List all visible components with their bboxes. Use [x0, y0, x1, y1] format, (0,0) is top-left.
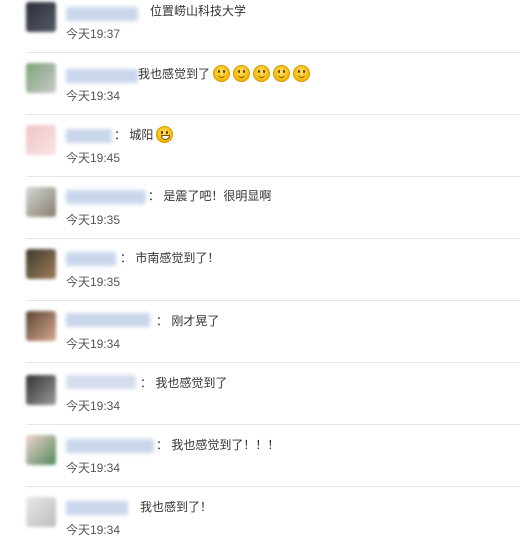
comment-item: ： 是震了吧！很明显啊 今天19:35 [0, 177, 520, 239]
comment-time: 今天19:34 [66, 337, 121, 351]
comment-item: 位置崂山科技大学 今天19:37 [0, 0, 520, 53]
comment-text-content: 市南感觉到了！ [135, 251, 220, 265]
smile-icon [293, 65, 311, 82]
comment-time: 今天19:34 [66, 399, 121, 413]
avatar[interactable] [26, 249, 56, 279]
avatar[interactable] [26, 2, 56, 32]
comment-time: 今天19:34 [66, 523, 121, 537]
comment-item: ： 刚才晃了 今天19:34 [0, 301, 520, 363]
comment-text: 我也感到了！ [140, 500, 213, 514]
username[interactable] [66, 375, 136, 389]
username[interactable] [66, 129, 112, 143]
username[interactable] [66, 69, 138, 83]
comment-item: 我也感觉到了 今天19:34 [0, 53, 520, 115]
comment-time: 今天19:35 [66, 275, 121, 289]
laugh-icon [156, 126, 174, 143]
comment-text: ： 城阳 [114, 126, 174, 143]
comment-text-content: 刚才晃了 [171, 314, 220, 328]
comment-item: ： 市南感觉到了！ 今天19:35 [0, 239, 520, 301]
separator: ： [140, 376, 153, 390]
comment-text: ： 市南感觉到了！ [120, 250, 219, 266]
comment-text-content: 是震了吧！很明显啊 [163, 189, 272, 203]
avatar[interactable] [26, 63, 56, 93]
avatar[interactable] [26, 311, 56, 341]
comment-time: 今天19:37 [66, 27, 121, 41]
separator: ： [156, 314, 169, 328]
smile-icon [253, 65, 271, 82]
comment-text-content: 城阳 [129, 128, 154, 142]
username[interactable] [66, 190, 146, 204]
comment-item: ： 我也感觉到了！！！ 今天19:34 [0, 425, 520, 487]
comment-item: ： 我也感觉到了 今天19:34 [0, 363, 520, 425]
avatar[interactable] [26, 125, 56, 155]
comment-item: ： 城阳 今天19:45 [0, 115, 520, 177]
comment-time: 今天19:34 [66, 89, 121, 103]
comment-item: 我也感到了！ 今天19:34 [0, 487, 520, 537]
comment-text: ： 我也感觉到了！！！ [156, 437, 279, 453]
comment-time: 今天19:34 [66, 461, 121, 475]
username[interactable] [66, 439, 154, 453]
comment-text: 位置崂山科技大学 [150, 4, 247, 18]
comment-text: ： 刚才晃了 [156, 313, 219, 329]
smile-icon [233, 65, 251, 82]
username[interactable] [66, 252, 116, 266]
comment-time: 今天19:35 [66, 213, 121, 227]
username[interactable] [66, 501, 128, 515]
comment-text: ： 我也感觉到了 [140, 375, 227, 391]
username[interactable] [66, 7, 138, 21]
separator: ： [148, 189, 161, 203]
comment-text-content: 我也感觉到了 [155, 376, 228, 390]
comment-text-content: 我也感觉到了 [138, 67, 211, 81]
comment-text: ： 是震了吧！很明显啊 [148, 188, 271, 204]
separator: ： [114, 128, 127, 142]
avatar[interactable] [26, 497, 56, 527]
avatar[interactable] [26, 187, 56, 217]
avatar[interactable] [26, 375, 56, 405]
separator: ： [156, 438, 169, 452]
smile-icon [213, 65, 231, 82]
avatar[interactable] [26, 435, 56, 465]
separator: ： [120, 251, 133, 265]
comment-text: 我也感觉到了 [138, 65, 311, 82]
comment-text-content: 我也感觉到了！！！ [171, 438, 280, 452]
username[interactable] [66, 313, 150, 327]
comment-time: 今天19:45 [66, 151, 121, 165]
smile-icon [273, 65, 291, 82]
